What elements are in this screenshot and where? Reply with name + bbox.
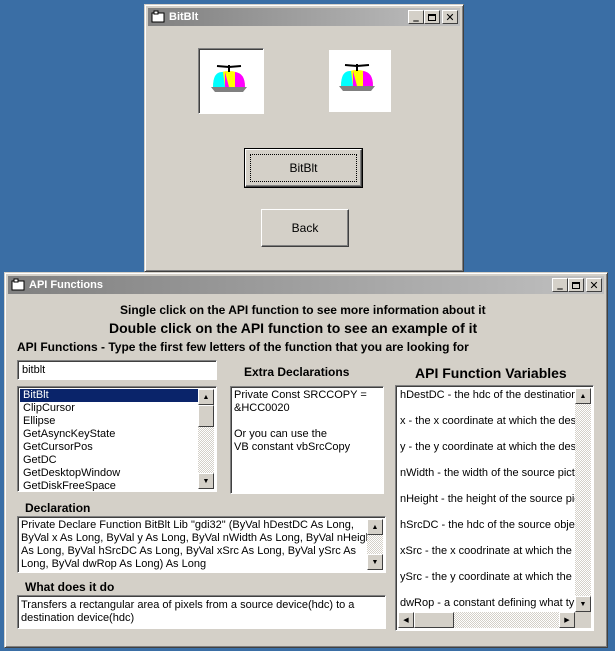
variable-list-item[interactable]: y - the y coordinate at which the desti <box>398 440 575 466</box>
variable-list-item[interactable]: dwRop - a constant defining what type <box>398 596 575 612</box>
app-icon <box>11 278 25 292</box>
declaration-line: ByVal x As Long, ByVal y As Long, ByVal … <box>21 532 375 544</box>
extra-declaration-line: &HCC0020 <box>234 402 290 414</box>
search-value: bitblt <box>22 364 46 376</box>
api-titlebar[interactable]: API Functions _ ✕ <box>8 276 604 294</box>
what-does-it-do-box[interactable]: Transfers a rectangular area of pixels f… <box>17 595 386 629</box>
declaration-scrollbar[interactable]: ▲ ▼ <box>367 519 383 570</box>
variable-list-item[interactable]: xSrc - the x coodrinate at which the pi <box>398 544 575 570</box>
variable-list-item[interactable]: ySrc - the y coordinate at which the pi <box>398 570 575 596</box>
function-list-item[interactable]: GetAsyncKeyState <box>20 428 198 441</box>
variable-list-item[interactable]: x - the x coordinate at which the desti <box>398 414 575 440</box>
bitblt-titlebar[interactable]: BitBlt _ ✕ <box>148 8 460 26</box>
minimize-icon[interactable]: _ <box>552 278 568 292</box>
declaration-box[interactable]: Private Declare Function BitBlt Lib "gdi… <box>17 516 386 573</box>
function-list-item[interactable]: GetDesktopWindow <box>20 467 198 480</box>
scroll-up-icon[interactable]: ▲ <box>575 388 591 404</box>
function-list-item[interactable]: GetDC <box>20 454 198 467</box>
back-button[interactable]: Back <box>261 209 349 247</box>
variables-label: API Function Variables <box>415 365 567 381</box>
scroll-down-icon[interactable]: ▼ <box>198 473 214 489</box>
variable-list-item[interactable]: hDestDC - the hdc of the destination c <box>398 388 575 414</box>
propeller-beanie-icon <box>339 64 375 91</box>
function-list-item[interactable]: Ellipse <box>20 415 198 428</box>
extra-declaration-line <box>234 415 367 428</box>
variable-list-item[interactable]: hSrcDC - the hdc of the source object <box>398 518 575 544</box>
minimize-icon[interactable]: _ <box>408 10 424 24</box>
scroll-up-icon[interactable]: ▲ <box>198 389 214 405</box>
scroll-down-icon[interactable]: ▼ <box>367 554 383 570</box>
maximize-icon[interactable] <box>568 278 584 292</box>
extra-declaration-line: Private Const SRCCOPY = <box>234 389 367 401</box>
scroll-thumb[interactable] <box>198 405 214 427</box>
variables-hscrollbar[interactable]: ◀ ▶ <box>398 612 575 628</box>
scroll-up-icon[interactable]: ▲ <box>367 519 383 535</box>
instruction-double-click: Double click on the API function to see … <box>109 320 478 336</box>
function-list-item[interactable]: GetCursorPos <box>20 441 198 454</box>
scroll-left-icon[interactable]: ◀ <box>398 612 414 628</box>
variables-vscrollbar[interactable]: ▲ ▼ <box>575 388 591 612</box>
extra-declaration-line: VB constant vbSrcCopy <box>234 441 351 453</box>
maximize-icon[interactable] <box>424 10 440 24</box>
extra-declarations-label: Extra Declarations <box>244 365 350 379</box>
close-icon[interactable]: ✕ <box>586 278 602 292</box>
extra-declaration-line: Or you can use the <box>234 428 327 440</box>
function-list-scrollbar[interactable]: ▲ ▼ <box>198 389 214 489</box>
declaration-line: Long, ByVal dwRop As Long) As Long <box>21 558 207 570</box>
bitblt-window: BitBlt _ ✕ BitBlt Back <box>144 4 464 272</box>
declaration-line: Private Declare Function BitBlt Lib "gdi… <box>21 519 354 531</box>
function-list-item[interactable]: BitBlt <box>20 389 198 402</box>
function-search-input[interactable]: bitblt <box>17 360 217 380</box>
variable-list-item[interactable]: nHeight - the height of the source pict <box>398 492 575 518</box>
scroll-down-icon[interactable]: ▼ <box>575 596 591 612</box>
instruction-single-click: Single click on the API function to see … <box>120 303 486 317</box>
propeller-beanie-icon <box>211 65 247 92</box>
source-picture <box>198 48 264 114</box>
declaration-line: As Long, ByVal hSrcDC As Long, ByVal xSr… <box>21 545 357 557</box>
close-icon[interactable]: ✕ <box>442 10 458 24</box>
bitblt-button[interactable]: BitBlt <box>244 148 363 188</box>
bitblt-title: BitBlt <box>169 11 199 23</box>
function-list[interactable]: BitBlt ClipCursor Ellipse GetAsyncKeyState G… <box>17 386 217 492</box>
scroll-right-icon[interactable]: ▶ <box>559 612 575 628</box>
back-button-label: Back <box>291 221 319 235</box>
variable-list-item[interactable]: nWidth - the width of the source pictu <box>398 466 575 492</box>
what-does-it-do-label: What does it do <box>25 580 115 594</box>
api-title: API Functions <box>29 279 103 291</box>
extra-declarations-box[interactable]: Private Const SRCCOPY = &HCC0020 Or you c… <box>230 386 384 494</box>
scroll-thumb[interactable] <box>414 612 454 628</box>
destination-picture <box>329 50 391 112</box>
declaration-label: Declaration <box>25 501 91 515</box>
function-list-item[interactable]: ClipCursor <box>20 402 198 415</box>
description-line: destination device(hdc) <box>21 612 135 624</box>
function-list-item[interactable]: GetDiskFreeSpace <box>20 480 198 491</box>
variables-list[interactable]: hDestDC - the hdc of the destination cx … <box>395 385 594 631</box>
description-line: Transfers a rectangular area of pixels f… <box>21 599 355 611</box>
app-icon <box>151 10 165 24</box>
api-functions-label: API Functions - Type the first few lette… <box>17 340 469 354</box>
api-functions-window: API Functions _ ✕ Single click on the AP… <box>4 272 608 648</box>
